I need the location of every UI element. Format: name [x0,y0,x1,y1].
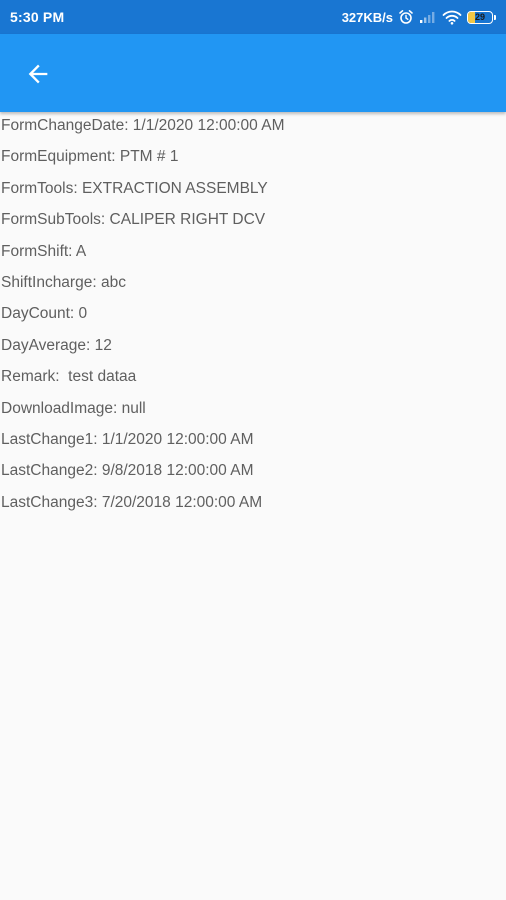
detail-row: ShiftIncharge: abc [1,273,126,291]
detail-row: DayAverage: 12 [1,336,112,354]
detail-row: LastChange2: 9/8/2018 12:00:00 AM [1,462,254,480]
battery-level: 29 [474,11,485,22]
detail-row: DownloadImage: null [1,399,146,417]
battery-icon: 29 [467,10,496,24]
status-bar: 5:30 PM 327KB/s 29 [0,0,506,34]
app-bar [0,34,506,112]
detail-row: FormEquipment: PTM # 1 [1,148,179,166]
arrow-left-icon [28,64,48,84]
network-speed: 327KB/s [341,9,393,25]
detail-row: FormChangeDate: 1/1/2020 12:00:00 AM [1,117,285,134]
detail-row: FormSubTools: CALIPER RIGHT DCV [1,211,266,229]
detail-list: FormChangeDate: 1/1/2020 12:00:00 AM Form… [1,114,501,522]
detail-row: DayCount: 0 [1,305,88,323]
detail-row: LastChange3: 7/20/2018 12:00:00 AM [1,493,263,511]
detail-row: LastChange1: 1/1/2020 12:00:00 AM [1,430,254,448]
battery-tip [494,14,496,20]
status-icons: 327KB/s 29 [342,9,496,25]
detail-row: Remark: test dataa [1,368,137,386]
detail-row: FormTools: EXTRACTION ASSEMBLY [1,179,268,197]
detail-row: FormShift: A [1,242,87,260]
wifi-icon [442,10,462,25]
status-time: 5:30 PM [10,9,65,25]
battery-body: 29 [467,10,493,24]
alarm-icon [398,9,414,25]
back-button[interactable] [20,56,56,92]
signal-icon [419,10,437,24]
